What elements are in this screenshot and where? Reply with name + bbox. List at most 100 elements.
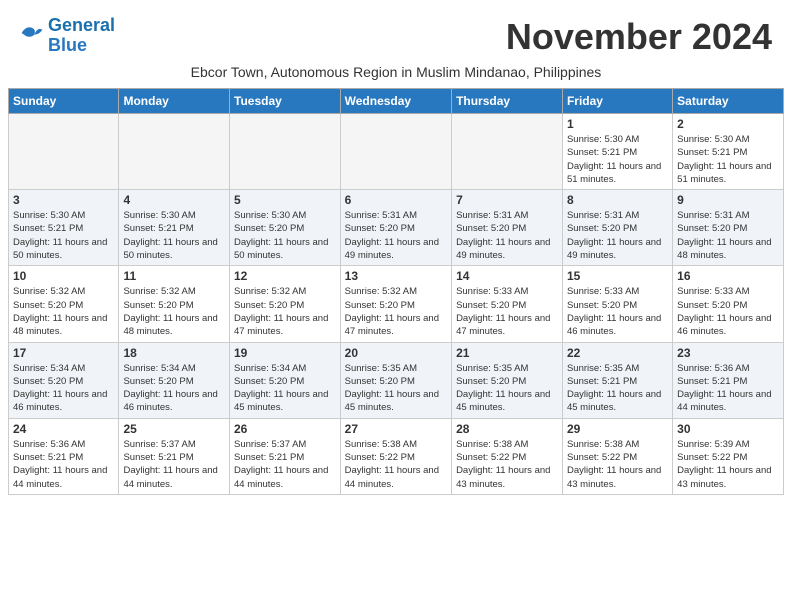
calendar-cell: 27 Sunrise: 5:38 AM Sunset: 5:22 PM Dayli… — [340, 418, 451, 494]
calendar-cell: 25 Sunrise: 5:37 AM Sunset: 5:21 PM Dayli… — [119, 418, 230, 494]
calendar-cell — [9, 114, 119, 190]
calendar-cell: 18Sunrise: 5:34 AM Sunset: 5:20 PM Dayli… — [119, 342, 230, 418]
calendar-cell: 16 Sunrise: 5:33 AM Sunset: 5:20 PM Dayli… — [673, 266, 784, 342]
day-number: 9 — [677, 193, 779, 207]
day-info: Sunrise: 5:33 AM Sunset: 5:20 PM Dayligh… — [567, 285, 668, 338]
day-number: 23 — [677, 346, 779, 360]
calendar-cell: 20 Sunrise: 5:35 AM Sunset: 5:20 PM Dayli… — [340, 342, 451, 418]
day-info: Sunrise: 5:33 AM Sunset: 5:20 PM Dayligh… — [456, 285, 558, 338]
day-number: 15 — [567, 269, 668, 283]
day-number: 17 — [13, 346, 114, 360]
calendar-container: SundayMondayTuesdayWednesdayThursdayFrid… — [0, 88, 792, 503]
logo-bird-icon — [20, 23, 44, 43]
calendar-cell: 24Sunrise: 5:36 AM Sunset: 5:21 PM Dayli… — [9, 418, 119, 494]
day-number: 21 — [456, 346, 558, 360]
calendar-cell: 23 Sunrise: 5:36 AM Sunset: 5:21 PM Dayli… — [673, 342, 784, 418]
calendar-cell: 19Sunrise: 5:34 AM Sunset: 5:20 PM Dayli… — [230, 342, 341, 418]
day-number: 10 — [13, 269, 114, 283]
calendar-cell: 2Sunrise: 5:30 AM Sunset: 5:21 PM Daylig… — [673, 114, 784, 190]
weekday-tuesday: Tuesday — [230, 89, 341, 114]
day-info: Sunrise: 5:32 AM Sunset: 5:20 PM Dayligh… — [345, 285, 447, 338]
day-info: Sunrise: 5:31 AM Sunset: 5:20 PM Dayligh… — [345, 209, 447, 262]
week-row-3: 10 Sunrise: 5:32 AM Sunset: 5:20 PM Dayli… — [9, 266, 784, 342]
calendar-cell: 5 Sunrise: 5:30 AM Sunset: 5:20 PM Daylig… — [230, 190, 341, 266]
calendar-cell: 8 Sunrise: 5:31 AM Sunset: 5:20 PM Daylig… — [562, 190, 672, 266]
calendar-cell: 22 Sunrise: 5:35 AM Sunset: 5:21 PM Dayli… — [562, 342, 672, 418]
weekday-sunday: Sunday — [9, 89, 119, 114]
day-number: 2 — [677, 117, 779, 131]
calendar-table: SundayMondayTuesdayWednesdayThursdayFrid… — [8, 88, 784, 495]
day-info: Sunrise: 5:30 AM Sunset: 5:21 PM Dayligh… — [13, 209, 114, 262]
month-title: November 2024 — [506, 16, 772, 58]
calendar-cell — [452, 114, 563, 190]
day-info: Sunrise: 5:38 AM Sunset: 5:22 PM Dayligh… — [345, 438, 447, 491]
calendar-cell: 21Sunrise: 5:35 AM Sunset: 5:20 PM Dayli… — [452, 342, 563, 418]
calendar-cell: 13 Sunrise: 5:32 AM Sunset: 5:20 PM Dayli… — [340, 266, 451, 342]
day-number: 26 — [234, 422, 336, 436]
day-number: 16 — [677, 269, 779, 283]
day-info: Sunrise: 5:33 AM Sunset: 5:20 PM Dayligh… — [677, 285, 779, 338]
day-number: 27 — [345, 422, 447, 436]
calendar-cell: 6Sunrise: 5:31 AM Sunset: 5:20 PM Daylig… — [340, 190, 451, 266]
calendar-cell: 1 Sunrise: 5:30 AM Sunset: 5:21 PM Daylig… — [562, 114, 672, 190]
calendar-cell: 12 Sunrise: 5:32 AM Sunset: 5:20 PM Dayli… — [230, 266, 341, 342]
week-row-4: 17 Sunrise: 5:34 AM Sunset: 5:20 PM Dayli… — [9, 342, 784, 418]
day-number: 25 — [123, 422, 225, 436]
day-info: Sunrise: 5:38 AM Sunset: 5:22 PM Dayligh… — [567, 438, 668, 491]
weekday-saturday: Saturday — [673, 89, 784, 114]
calendar-cell: 7 Sunrise: 5:31 AM Sunset: 5:20 PM Daylig… — [452, 190, 563, 266]
day-info: Sunrise: 5:35 AM Sunset: 5:21 PM Dayligh… — [567, 362, 668, 415]
weekday-monday: Monday — [119, 89, 230, 114]
day-info: Sunrise: 5:30 AM Sunset: 5:20 PM Dayligh… — [234, 209, 336, 262]
calendar-cell: 9 Sunrise: 5:31 AM Sunset: 5:20 PM Daylig… — [673, 190, 784, 266]
day-info: Sunrise: 5:32 AM Sunset: 5:20 PM Dayligh… — [234, 285, 336, 338]
calendar-header: SundayMondayTuesdayWednesdayThursdayFrid… — [9, 89, 784, 114]
day-info: Sunrise: 5:37 AM Sunset: 5:21 PM Dayligh… — [123, 438, 225, 491]
day-number: 24 — [13, 422, 114, 436]
day-info: Sunrise: 5:31 AM Sunset: 5:20 PM Dayligh… — [677, 209, 779, 262]
calendar-cell: 14 Sunrise: 5:33 AM Sunset: 5:20 PM Dayli… — [452, 266, 563, 342]
calendar-cell: 15 Sunrise: 5:33 AM Sunset: 5:20 PM Dayli… — [562, 266, 672, 342]
day-info: Sunrise: 5:38 AM Sunset: 5:22 PM Dayligh… — [456, 438, 558, 491]
day-info: Sunrise: 5:34 AM Sunset: 5:20 PM Dayligh… — [13, 362, 114, 415]
calendar-cell — [230, 114, 341, 190]
week-row-5: 24Sunrise: 5:36 AM Sunset: 5:21 PM Dayli… — [9, 418, 784, 494]
calendar-cell — [340, 114, 451, 190]
day-info: Sunrise: 5:31 AM Sunset: 5:20 PM Dayligh… — [567, 209, 668, 262]
day-number: 14 — [456, 269, 558, 283]
calendar-subtitle: Ebcor Town, Autonomous Region in Muslim … — [0, 62, 792, 88]
day-number: 22 — [567, 346, 668, 360]
day-info: Sunrise: 5:32 AM Sunset: 5:20 PM Dayligh… — [13, 285, 114, 338]
day-number: 28 — [456, 422, 558, 436]
day-info: Sunrise: 5:36 AM Sunset: 5:21 PM Dayligh… — [677, 362, 779, 415]
day-number: 11 — [123, 269, 225, 283]
day-info: Sunrise: 5:34 AM Sunset: 5:20 PM Dayligh… — [234, 362, 336, 415]
logo-text: General Blue — [48, 16, 115, 56]
day-number: 5 — [234, 193, 336, 207]
day-number: 20 — [345, 346, 447, 360]
logo: General Blue — [20, 16, 115, 56]
day-number: 13 — [345, 269, 447, 283]
day-number: 8 — [567, 193, 668, 207]
day-info: Sunrise: 5:30 AM Sunset: 5:21 PM Dayligh… — [123, 209, 225, 262]
calendar-cell: 11Sunrise: 5:32 AM Sunset: 5:20 PM Dayli… — [119, 266, 230, 342]
day-info: Sunrise: 5:30 AM Sunset: 5:21 PM Dayligh… — [567, 133, 668, 186]
day-number: 30 — [677, 422, 779, 436]
day-number: 29 — [567, 422, 668, 436]
day-number: 12 — [234, 269, 336, 283]
day-info: Sunrise: 5:37 AM Sunset: 5:21 PM Dayligh… — [234, 438, 336, 491]
calendar-cell: 10 Sunrise: 5:32 AM Sunset: 5:20 PM Dayli… — [9, 266, 119, 342]
day-number: 1 — [567, 117, 668, 131]
day-number: 3 — [13, 193, 114, 207]
calendar-cell: 30Sunrise: 5:39 AM Sunset: 5:22 PM Dayli… — [673, 418, 784, 494]
day-info: Sunrise: 5:35 AM Sunset: 5:20 PM Dayligh… — [345, 362, 447, 415]
day-number: 7 — [456, 193, 558, 207]
day-info: Sunrise: 5:34 AM Sunset: 5:20 PM Dayligh… — [123, 362, 225, 415]
weekday-thursday: Thursday — [452, 89, 563, 114]
calendar-cell — [119, 114, 230, 190]
weekday-wednesday: Wednesday — [340, 89, 451, 114]
day-info: Sunrise: 5:31 AM Sunset: 5:20 PM Dayligh… — [456, 209, 558, 262]
day-number: 4 — [123, 193, 225, 207]
page-header: General Blue November 2024 — [0, 0, 792, 62]
week-row-1: 1 Sunrise: 5:30 AM Sunset: 5:21 PM Daylig… — [9, 114, 784, 190]
